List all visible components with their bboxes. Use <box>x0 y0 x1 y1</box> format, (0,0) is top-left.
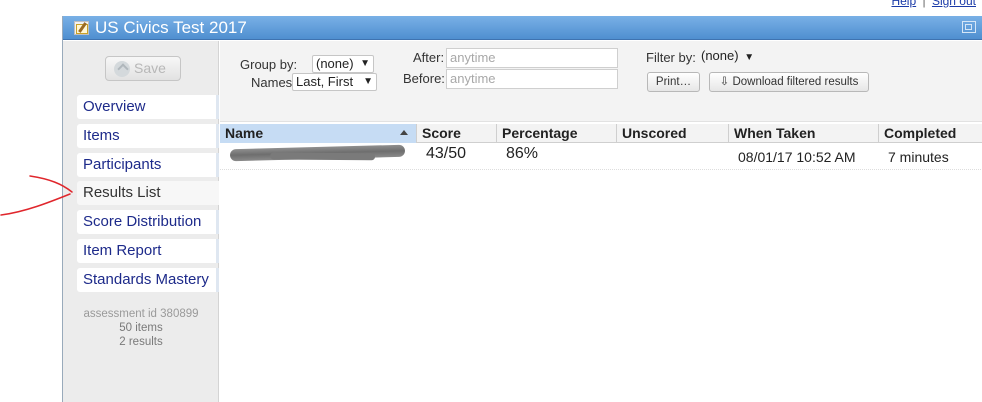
results-panel: Group by: (none) ▼ Names: Last, First ▼ … <box>220 41 982 402</box>
items-count: 50 items <box>119 322 163 334</box>
cell-percentage: 86% <box>506 145 539 162</box>
sidebar-item-items[interactable]: Items <box>77 123 219 148</box>
names-value: Last, First <box>296 74 354 89</box>
sidebar: Save Overview Items Participants Results… <box>63 41 219 402</box>
cell-completed: 7 minutes <box>888 149 949 165</box>
assessment-window: US Civics Test 2017 Save Overview Items … <box>62 16 982 402</box>
column-header-score[interactable]: Score <box>416 124 496 143</box>
sidebar-item-item-report[interactable]: Item Report <box>77 238 219 263</box>
redaction-scribble <box>229 144 406 162</box>
column-header-completed[interactable]: Completed <box>878 124 982 143</box>
after-date-input[interactable]: anytime <box>446 48 618 68</box>
sidebar-item-standards-mastery[interactable]: Standards Mastery <box>77 267 219 292</box>
sidebar-nav: Overview Items Participants Results List… <box>77 95 219 297</box>
top-links: Help | Sign out <box>888 0 976 8</box>
assessment-meta: assessment id 380899 50 items 2 results <box>63 307 219 349</box>
table-header: Name Score Percentage Unscored When Take… <box>220 124 982 143</box>
title-bar: US Civics Test 2017 <box>63 16 982 40</box>
top-link-separator: | <box>922 0 926 8</box>
cell-when-taken: 08/01/17 10:52 AM <box>738 149 856 165</box>
sort-ascending-icon <box>400 130 408 135</box>
assessment-id: assessment id 380899 <box>83 308 199 320</box>
download-filtered-results-button[interactable]: ⇩ Download filtered results <box>709 72 869 92</box>
before-date-input[interactable]: anytime <box>446 69 618 89</box>
window-title: US Civics Test 2017 <box>95 18 247 37</box>
column-header-name[interactable]: Name <box>220 124 416 143</box>
upload-icon <box>114 61 130 77</box>
filter-by-value: (none) <box>701 48 739 63</box>
dropdown-arrow-icon: ▼ <box>744 52 755 63</box>
dropdown-arrow-icon: ▼ <box>360 58 370 69</box>
filter-panel: Group by: (none) ▼ Names: Last, First ▼ … <box>220 41 982 122</box>
maximize-icon[interactable] <box>962 21 976 33</box>
top-strip: Help | Sign out <box>0 0 982 16</box>
group-by-select[interactable]: (none) ▼ <box>312 55 374 73</box>
cell-name <box>220 144 416 170</box>
dropdown-arrow-icon: ▼ <box>363 76 373 87</box>
sidebar-item-results-list[interactable]: Results List <box>77 181 219 206</box>
after-label: After: <box>413 50 445 65</box>
filter-by-label: Filter by: <box>646 50 696 65</box>
column-header-percentage[interactable]: Percentage <box>496 124 616 143</box>
save-button[interactable]: Save <box>105 56 181 81</box>
print-button[interactable]: Print… <box>647 72 700 92</box>
sidebar-item-participants[interactable]: Participants <box>77 152 219 177</box>
group-by-label: Group by: <box>240 57 298 72</box>
before-label: Before: <box>403 71 445 86</box>
save-button-label: Save <box>134 60 166 76</box>
screenshot: Help | Sign out US Civics Test 2017 Save… <box>0 0 982 402</box>
cell-score: 43/50 <box>426 145 467 162</box>
edit-note-icon <box>74 21 89 35</box>
names-label: Names: <box>251 75 296 90</box>
names-select[interactable]: Last, First ▼ <box>292 73 377 91</box>
column-header-when-taken[interactable]: When Taken <box>728 124 878 143</box>
help-link[interactable]: Help <box>891 0 916 8</box>
table-row[interactable]: 43/50 86% 08/01/17 10:52 AM 7 minutes <box>220 144 982 170</box>
column-header-name-label: Name <box>225 125 264 141</box>
sidebar-item-overview[interactable]: Overview <box>77 95 219 119</box>
group-by-value: (none) <box>316 56 354 71</box>
results-count: 2 results <box>119 336 163 348</box>
sidebar-item-score-distribution[interactable]: Score Distribution <box>77 210 219 235</box>
sign-out-link[interactable]: Sign out <box>932 0 976 8</box>
column-header-unscored[interactable]: Unscored <box>616 124 728 143</box>
filter-by-select[interactable]: (none) ▼ <box>698 48 758 66</box>
